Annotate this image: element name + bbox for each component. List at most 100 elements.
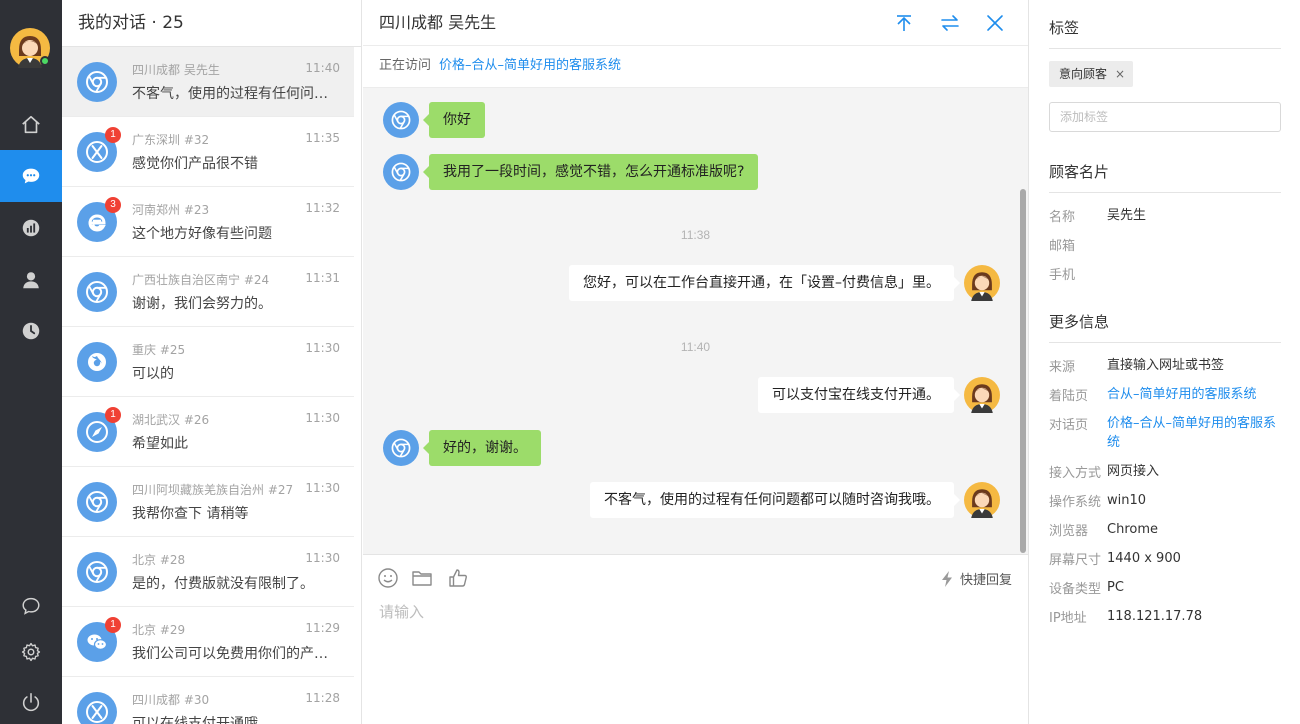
info-field-key: 来源 [1049, 360, 1076, 375]
power-icon [22, 692, 40, 712]
nav-logout[interactable] [0, 676, 62, 724]
info-field-key: 屏幕尺寸 [1049, 553, 1102, 568]
message-timestamp: 11:40 [680, 340, 711, 354]
chrome-icon [391, 110, 411, 130]
visitor-browser-avatar [77, 482, 117, 522]
visiting-page-link[interactable]: 价格–合从–简单好用的客服系统 [439, 58, 621, 73]
conversation-list-title: 我的对话 · 25 [62, 0, 361, 47]
quick-reply-button[interactable]: 快捷回复 [940, 569, 1012, 588]
info-field-value: 直接输入网址或书签 [1107, 358, 1225, 373]
conversation-item[interactable]: 四川成都 #30 11:28 可以在线支付开通哦 [62, 677, 354, 724]
agent-avatar-icon [964, 265, 1000, 301]
transfer-icon[interactable] [940, 13, 960, 33]
conversation-visitor: 湖北武汉 #26 [132, 413, 210, 427]
pin-top-icon[interactable] [894, 13, 914, 33]
agent-avatar-icon [964, 482, 1000, 518]
chart-icon [22, 219, 40, 237]
conversation-item[interactable]: 3 河南郑州 #23 11:32 这个地方好像有些问题 [62, 187, 354, 257]
visitor-message: 你好 [383, 102, 485, 138]
conversation-visitor: 河南郑州 #23 [132, 203, 210, 217]
unread-badge: 1 [105, 407, 121, 423]
info-field-value: 吴先生 [1107, 208, 1147, 223]
conversation-visitor: 重庆 #25 [132, 343, 186, 357]
message-area-scrollbar[interactable] [1020, 189, 1026, 553]
visiting-label: 正在访问 [379, 58, 432, 73]
remove-tag-icon[interactable]: × [1115, 67, 1125, 81]
visitor-browser-avatar [77, 342, 117, 382]
chrome-icon [86, 281, 108, 303]
conversation-item[interactable]: 四川成都 吴先生 11:40 不客气，使用的过程有任何问题都可以随时咨询我哦。 [62, 47, 354, 117]
info-field-value: PC [1107, 580, 1124, 595]
info-field-value: Chrome [1107, 522, 1158, 537]
conversation-item[interactable]: 1 广东深圳 #32 11:35 感觉你们产品很不错 [62, 117, 354, 187]
chat-header: 四川成都 吴先生 [363, 0, 1028, 46]
conversation-item[interactable]: 四川阿坝藏族羌族自治州 #27 11:30 我帮你查下 请稍等 [62, 467, 354, 537]
conversation-time: 11:31 [305, 271, 340, 285]
conversation-time: 11:30 [305, 411, 340, 425]
conversation-last-message: 是的，付费版就没有限制了。 [132, 576, 314, 592]
conversation-visitor: 北京 #28 [132, 553, 186, 567]
conversation-item[interactable]: 1 湖北武汉 #26 11:30 希望如此 [62, 397, 354, 467]
online-status-dot [40, 56, 50, 66]
conversation-visitor: 四川成都 吴先生 [132, 63, 220, 77]
conversation-visitor: 北京 #29 [132, 623, 186, 637]
chrome-icon [86, 561, 108, 583]
info-field-key: 设备类型 [1049, 582, 1102, 597]
info-field-key: 浏览器 [1049, 524, 1089, 539]
info-field-key: 邮箱 [1049, 239, 1076, 254]
info-field-link[interactable]: 合从–简单好用的客服系统 [1107, 385, 1285, 404]
chat-panel: 四川成都 吴先生 正在访问 价格–合从–简单好用的客服系统 你好我用了一段时间，感… [363, 0, 1028, 724]
safari-icon [86, 421, 108, 443]
message-text: 我用了一段时间，感觉不错，怎么开通标准版呢? [422, 154, 759, 190]
message-text: 好的，谢谢。 [423, 430, 541, 466]
visitor-avatar [383, 430, 419, 466]
emoji-icon[interactable] [377, 567, 399, 589]
info-field-key: 名称 [1049, 210, 1076, 225]
conversation-time: 11:30 [305, 341, 340, 355]
agent-avatar[interactable] [10, 28, 50, 68]
close-icon[interactable] [985, 13, 1005, 33]
nav-statistics[interactable] [0, 202, 62, 254]
conversation-item[interactable]: 1 北京 #29 11:29 我们公司可以免费用你们的产品吗？ [62, 607, 354, 677]
tag-chip: 意向顾客 × [1049, 61, 1134, 87]
info-field-key: 接入方式 [1049, 466, 1102, 481]
agent-message: 可以支付宝在线支付开通。 [758, 377, 1000, 413]
info-field-link[interactable]: 价格–合从–简单好用的客服系统 [1107, 414, 1285, 452]
unread-badge: 1 [105, 127, 121, 143]
message-text: 可以支付宝在线支付开通。 [758, 377, 960, 413]
thumbs-up-icon[interactable] [447, 567, 469, 589]
conversation-last-message: 不客气，使用的过程有任何问题都可以随时咨询我哦。 [132, 86, 338, 102]
conversation-last-message: 这个地方好像有些问题 [132, 226, 272, 242]
agent-avatar-icon [964, 377, 1000, 413]
chat-bubble-icon [22, 168, 40, 184]
nav-contacts[interactable] [0, 254, 62, 306]
conversation-item[interactable]: 广西壮族自治区南宁 #24 11:31 谢谢，我们会努力的。 [62, 257, 354, 327]
visitor-message: 好的，谢谢。 [383, 430, 541, 466]
conversation-time: 11:29 [305, 621, 340, 635]
add-tag-input[interactable] [1049, 102, 1281, 132]
lightning-icon [941, 570, 952, 587]
nav-messages[interactable] [0, 580, 62, 632]
chrome-icon [86, 71, 108, 93]
conversation-visitor: 四川阿坝藏族羌族自治州 #27 [132, 483, 294, 497]
conversation-time: 11:28 [305, 691, 340, 705]
info-field-key: 对话页 [1049, 418, 1089, 433]
card-section-title: 顾客名片 [1049, 161, 1281, 193]
quick-reply-label: 快捷回复 [959, 573, 1012, 588]
conversation-item[interactable]: 重庆 #25 11:30 可以的 [62, 327, 354, 397]
nav-settings[interactable] [0, 626, 62, 678]
unread-badge: 3 [105, 197, 121, 213]
conversation-item[interactable]: 北京 #28 11:30 是的，付费版就没有限制了。 [62, 537, 354, 607]
message-input[interactable] [379, 602, 1009, 622]
conversation-time: 11:30 [305, 481, 340, 495]
nav-history[interactable] [0, 305, 62, 357]
conversation-last-message: 可以在线支付开通哦 [132, 716, 258, 724]
nav-home[interactable] [0, 99, 62, 151]
info-field-value: 118.121.17.78 [1107, 609, 1203, 624]
browser-x-icon [86, 141, 108, 163]
info-field-value: 网页接入 [1107, 464, 1160, 479]
info-field-key: IP地址 [1049, 611, 1087, 626]
nav-conversations[interactable] [0, 150, 62, 202]
conversation-time: 11:32 [305, 201, 340, 215]
folder-icon[interactable] [411, 567, 433, 589]
